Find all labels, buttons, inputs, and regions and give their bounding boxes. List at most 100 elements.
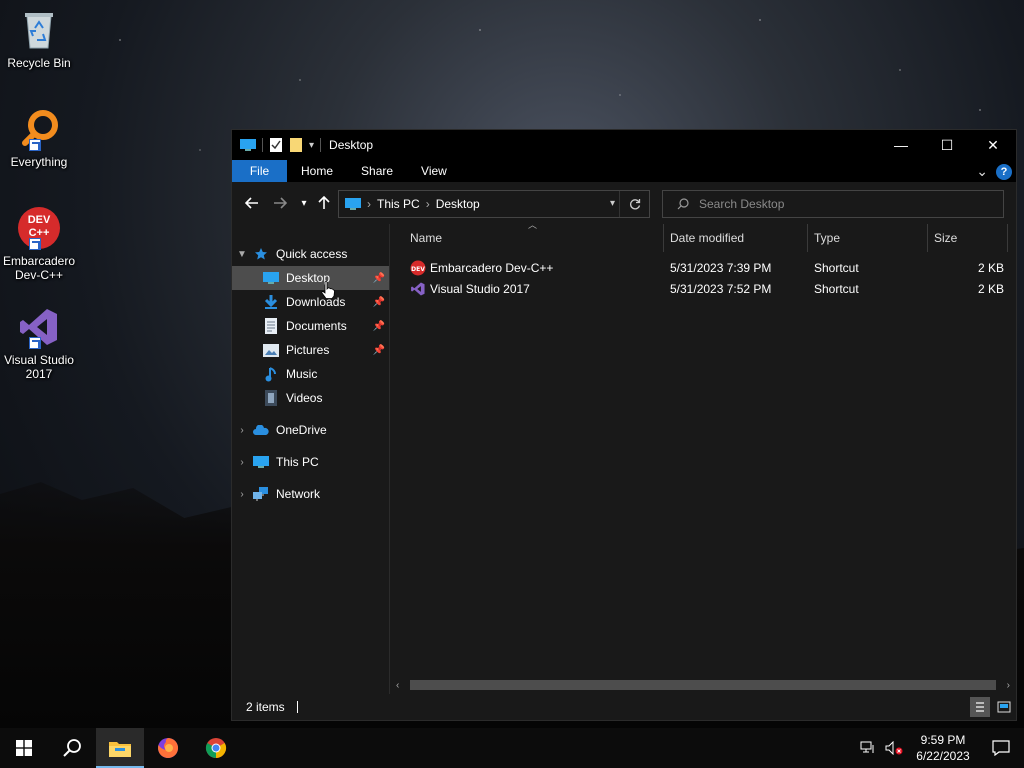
scrollbar-thumb[interactable] (410, 680, 996, 690)
address-dropdown-icon[interactable]: ▾ (610, 198, 615, 209)
maximize-button[interactable]: ☐ (924, 130, 970, 160)
title-bar[interactable]: ▾ Desktop — ☐ ✕ (232, 130, 1016, 160)
nav-item-videos[interactable]: Videos (232, 386, 389, 410)
arrow-up-icon (318, 196, 330, 209)
system-clock[interactable]: 9:59 PM 6/22/2023 (908, 732, 978, 764)
close-button[interactable]: ✕ (970, 130, 1016, 160)
chevron-right-icon[interactable]: › (232, 489, 252, 500)
file-date: 5/31/2023 7:39 PM (670, 260, 772, 275)
details-view-button[interactable] (970, 697, 990, 717)
pin-icon[interactable]: 📌 (373, 321, 385, 332)
firefox-icon (158, 737, 179, 758)
expand-ribbon-icon[interactable]: ⌄ (976, 163, 988, 180)
nav-item-desktop[interactable]: Desktop 📌 (232, 266, 389, 290)
nav-item-pictures[interactable]: Pictures 📌 (232, 338, 389, 362)
pin-icon[interactable]: 📌 (373, 345, 385, 356)
file-name: Embarcadero Dev-C++ (430, 260, 554, 275)
nav-onedrive[interactable]: › OneDrive (232, 418, 389, 442)
clock-time: 9:59 PM (920, 733, 966, 747)
horizontal-scrollbar[interactable]: ‹ › (394, 678, 1012, 692)
window-title: Desktop (329, 138, 374, 152)
details-view-icon (976, 702, 984, 712)
properties-icon[interactable] (269, 137, 283, 153)
new-folder-icon[interactable] (289, 137, 303, 153)
scroll-left-icon[interactable]: ‹ (396, 680, 399, 691)
chevron-right-icon[interactable]: › (232, 457, 252, 468)
computer-icon (252, 454, 270, 470)
column-header-size[interactable]: Size (928, 224, 1008, 252)
minimize-button[interactable]: — (878, 130, 924, 160)
visual-studio-icon (410, 281, 426, 297)
scroll-right-icon[interactable]: › (1007, 680, 1010, 691)
tab-file[interactable]: File (232, 160, 287, 182)
table-row[interactable]: Visual Studio 2017 5/31/2023 7:52 PM Sho… (404, 278, 1008, 299)
status-divider (296, 701, 298, 713)
breadcrumb-this-pc[interactable]: This PC (377, 197, 420, 211)
computer-icon (345, 198, 361, 210)
cloud-icon (252, 422, 270, 438)
nav-network[interactable]: › Network (232, 482, 389, 506)
up-button[interactable] (312, 191, 336, 215)
notification-icon (992, 740, 1010, 756)
search-box[interactable] (662, 190, 1004, 218)
devcpp-icon-text: DEV C++ (27, 214, 51, 239)
column-header-type[interactable]: Type (808, 224, 928, 252)
table-row[interactable]: DEV Embarcadero Dev-C++ 5/31/2023 7:39 P… (404, 257, 1008, 278)
tab-home[interactable]: Home (287, 160, 347, 182)
desktop-folder-icon (262, 270, 280, 286)
volume-muted-icon[interactable] (880, 728, 908, 768)
desktop-icon-recycle-bin[interactable]: Recycle Bin (2, 8, 76, 70)
file-type: Shortcut (814, 281, 859, 296)
nav-label: Documents (286, 319, 347, 333)
tab-view[interactable]: View (407, 160, 461, 182)
network-icon (252, 486, 270, 502)
nav-item-music[interactable]: Music (232, 362, 389, 386)
start-button[interactable] (0, 728, 48, 768)
column-header-name[interactable]: Name (404, 224, 664, 252)
nav-this-pc[interactable]: › This PC (232, 450, 389, 474)
desktop-icon-label: Everything (10, 155, 68, 169)
network-status-icon[interactable] (856, 728, 880, 768)
navigation-bar: ▾ › This PC › Desktop ▾ (232, 182, 1016, 224)
quick-access-toolbar-dropdown-icon[interactable]: ▾ (309, 140, 314, 151)
search-button[interactable] (48, 728, 96, 768)
nav-item-downloads[interactable]: Downloads 📌 (232, 290, 389, 314)
taskbar-file-explorer[interactable] (96, 728, 144, 768)
help-icon[interactable]: ? (996, 163, 1012, 180)
column-header-date-modified[interactable]: Date modified (664, 224, 808, 252)
nav-label: Pictures (286, 343, 330, 357)
taskbar-chrome[interactable] (192, 728, 240, 768)
large-icons-view-button[interactable] (994, 697, 1014, 717)
taskbar: 9:59 PM 6/22/2023 (0, 728, 1024, 768)
devcpp-icon: DEV (410, 260, 426, 276)
file-explorer-icon (109, 742, 131, 757)
notification-center-button[interactable] (978, 740, 1024, 756)
back-button[interactable] (240, 191, 264, 215)
file-name: Visual Studio 2017 (430, 281, 530, 296)
nav-item-documents[interactable]: Documents 📌 (232, 314, 389, 338)
taskbar-firefox[interactable] (144, 728, 192, 768)
documents-icon (262, 318, 280, 334)
address-bar[interactable]: › This PC › Desktop ▾ (338, 190, 650, 218)
pin-icon[interactable]: 📌 (373, 297, 385, 308)
nav-quick-access[interactable]: ▼ Quick access (232, 242, 389, 266)
svg-text:DEV: DEV (411, 266, 425, 273)
desktop-icon-label: Embarcadero Dev-C++ (2, 254, 76, 282)
refresh-button[interactable] (619, 191, 649, 217)
pin-icon[interactable]: 📌 (373, 273, 385, 284)
desktop-icon-label: Recycle Bin (7, 56, 71, 70)
desktop-icon-visual-studio[interactable]: Visual Studio 2017 (2, 305, 76, 381)
chevron-down-icon[interactable]: ▼ (232, 249, 252, 260)
visual-studio-icon (17, 305, 61, 349)
refresh-icon (629, 199, 640, 210)
desktop-icon-everything[interactable]: Everything (2, 107, 76, 169)
nav-label: Downloads (286, 295, 346, 309)
computer-icon (240, 139, 256, 151)
tab-share[interactable]: Share (347, 160, 407, 182)
hand-cursor-icon (321, 281, 335, 299)
desktop-icon-devcpp[interactable]: DEV C++ Embarcadero Dev-C++ (2, 206, 76, 282)
chevron-right-icon[interactable]: › (232, 425, 252, 436)
breadcrumb-desktop[interactable]: Desktop (436, 197, 480, 211)
search-input[interactable] (699, 197, 979, 211)
forward-button[interactable] (268, 191, 292, 215)
